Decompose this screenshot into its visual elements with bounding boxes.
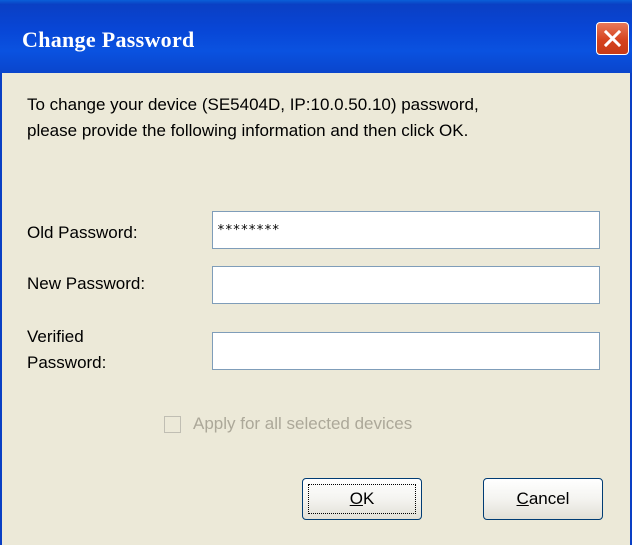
window-title: Change Password — [22, 27, 195, 52]
verified-password-label: Verified Password: — [27, 324, 106, 376]
new-password-field[interactable] — [212, 266, 600, 304]
new-password-label: New Password: — [27, 274, 146, 293]
old-password-label: Old Password: — [27, 223, 138, 242]
ok-button-label: OK — [350, 489, 375, 508]
cancel-button-label: Cancel — [517, 489, 570, 508]
change-password-dialog: Change Password To change your device (S… — [0, 0, 632, 545]
cancel-label-rest: ancel — [528, 489, 570, 508]
instructions-text: To change your device (SE5404D, IP:10.0.… — [27, 92, 617, 144]
old-password-field[interactable] — [212, 211, 600, 249]
title-bar[interactable]: Change Password — [0, 0, 632, 73]
close-icon — [604, 30, 621, 47]
close-button[interactable] — [596, 22, 629, 55]
apply-all-checkbox — [164, 415, 181, 433]
apply-all-option: Apply for all selected devices — [164, 411, 412, 437]
ok-mnemonic: O — [349, 489, 363, 508]
cancel-mnemonic: C — [516, 489, 529, 508]
verified-password-label-line-2: Password: — [27, 353, 107, 372]
verified-password-label-line-1: Verified — [27, 327, 84, 346]
verified-password-field[interactable] — [212, 332, 600, 370]
cancel-button[interactable]: Cancel — [483, 478, 603, 520]
instructions-line-2: please provide the following information… — [27, 121, 469, 140]
ok-button[interactable]: OK — [302, 478, 422, 520]
apply-all-label: Apply for all selected devices — [193, 414, 413, 433]
instructions-line-1: To change your device (SE5404D, IP:10.0.… — [27, 95, 479, 114]
ok-label-rest: K — [362, 489, 375, 508]
